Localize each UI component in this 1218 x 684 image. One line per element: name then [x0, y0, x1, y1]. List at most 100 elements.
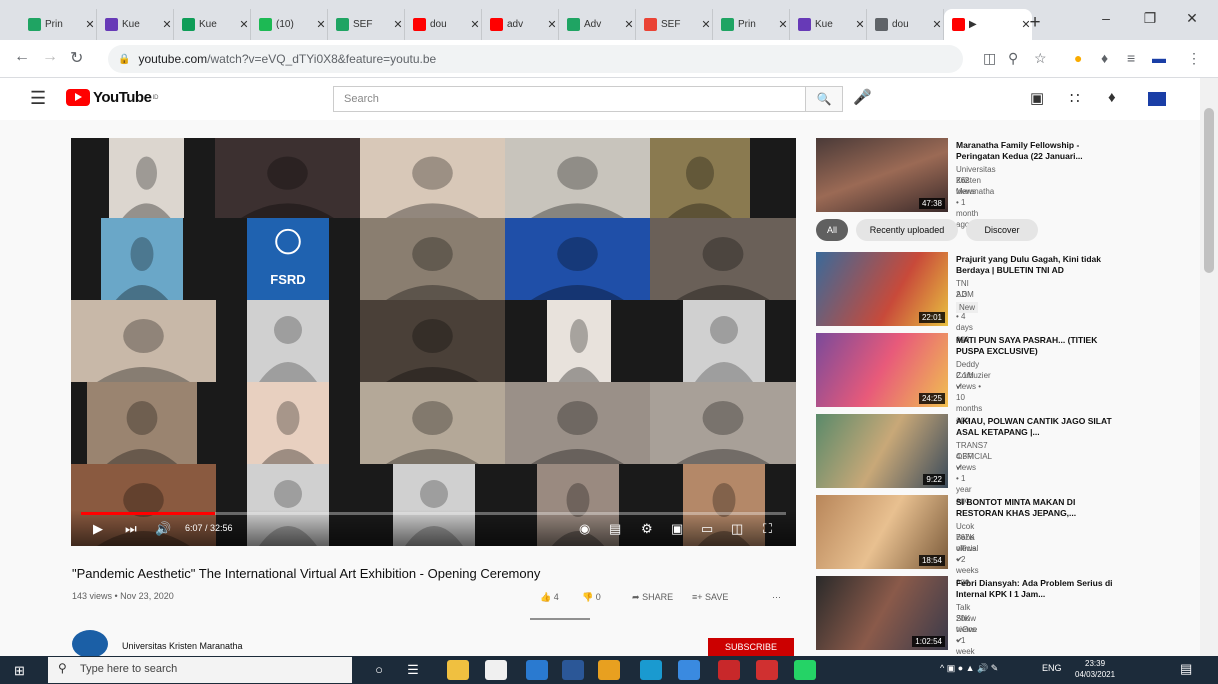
search-input[interactable]: Search — [333, 86, 806, 112]
video-thumbnail[interactable]: 24:25 — [816, 333, 948, 407]
system-tray-icons[interactable]: ^ ▣ ● ▲ 🔊 ✎ — [940, 663, 998, 674]
channel-avatar[interactable] — [72, 630, 108, 658]
whatsapp-icon[interactable] — [794, 660, 816, 680]
video-thumbnail[interactable]: 1:02:54 — [816, 576, 948, 650]
store-icon[interactable] — [485, 660, 507, 680]
address-bar[interactable]: 🔒 youtube.com/watch?v=eVQ_dTYi0X8&featur… — [108, 45, 963, 73]
volume-icon[interactable]: 🔊 — [155, 521, 171, 537]
browser-tab[interactable]: Kue ✕ — [790, 9, 867, 40]
channel-name[interactable]: Universitas Kristen Maranatha — [122, 641, 243, 651]
video-thumbnail[interactable]: 47:38 — [816, 138, 948, 212]
tab-close-icon[interactable]: ✕ — [238, 18, 250, 31]
autoplay-toggle-icon[interactable]: ◉ — [579, 521, 590, 537]
youtube-logo[interactable]: YouTube ID — [66, 89, 158, 106]
mail-icon[interactable] — [526, 660, 548, 680]
forward-icon[interactable]: → — [42, 48, 58, 66]
chip-discover[interactable]: Discover — [966, 219, 1038, 241]
browser-tab[interactable]: SEF ✕ — [636, 9, 713, 40]
browser-tab[interactable]: (10) ✕ — [251, 9, 328, 40]
tab-close-icon[interactable]: ✕ — [777, 18, 789, 31]
bookmark-star-icon[interactable]: ☆ — [1034, 50, 1047, 67]
reload-icon[interactable]: ↻ — [70, 48, 83, 68]
create-video-icon[interactable]: ▣ — [1030, 89, 1044, 107]
tab-close-icon[interactable]: ✕ — [623, 18, 635, 31]
cast-icon[interactable]: ◫ — [983, 50, 996, 67]
taskbar-search-input[interactable]: Type here to search — [48, 657, 352, 683]
video-thumbnail[interactable]: 18:54 — [816, 495, 948, 569]
save-button[interactable]: ≡+ SAVE — [692, 592, 728, 602]
browser-tab[interactable]: dou ✕ — [867, 9, 944, 40]
edge-icon[interactable] — [640, 660, 662, 680]
media-icon[interactable] — [756, 660, 778, 680]
recommendation-title[interactable]: SI BONTOT MINTA MAKAN DI RESTORAN KHAS J… — [956, 497, 1121, 519]
zoom-icon[interactable]: ⚲ — [1008, 50, 1018, 67]
like-button[interactable]: 👍 4 — [540, 592, 559, 603]
tab-close-icon[interactable]: ✕ — [84, 18, 96, 31]
browser-tab[interactable]: Prin ✕ — [713, 9, 790, 40]
theater-mode-icon[interactable]: ▭ — [701, 521, 713, 537]
tab-close-icon[interactable]: ✕ — [931, 18, 943, 31]
cortana-icon[interactable]: ○ — [368, 660, 390, 680]
browser-tab[interactable]: Kue ✕ — [97, 9, 174, 40]
app-blue-icon[interactable] — [678, 660, 700, 680]
chip-recently-uploaded[interactable]: Recently uploaded — [856, 219, 958, 241]
share-button[interactable]: ➦ SHARE — [632, 592, 673, 603]
extensions-puzzle-icon[interactable]: ♦ — [1101, 50, 1108, 66]
acrobat-icon[interactable] — [718, 660, 740, 680]
chip-all[interactable]: All — [816, 219, 848, 241]
maximize-button[interactable]: ❐ — [1130, 10, 1170, 27]
file-explorer-icon[interactable] — [447, 660, 469, 680]
tab-close-icon[interactable]: ✕ — [161, 18, 173, 31]
browser-tab[interactable]: Prin ✕ — [20, 9, 97, 40]
browser-tab[interactable]: SEF ✕ — [328, 9, 405, 40]
voice-search-icon[interactable]: 🎤 — [853, 88, 872, 106]
language-indicator[interactable]: ENG — [1042, 663, 1062, 673]
tab-close-icon[interactable]: ✕ — [546, 18, 558, 31]
photos-icon[interactable] — [598, 660, 620, 680]
miniplayer-icon[interactable]: ▣ — [671, 521, 683, 537]
cast-video-icon[interactable]: ◫ — [731, 521, 743, 537]
subscribe-button[interactable]: SUBSCRIBE — [708, 638, 794, 656]
video-player[interactable]: FSRD ▶ ⏭ 🔊 6:07 / 32:56 ◉ ▤ ⚙ ▣ ▭ ◫ ⛶ — [71, 138, 796, 546]
recommendation-title[interactable]: Prajurit yang Dulu Gagah, Kini tidak Ber… — [956, 254, 1121, 276]
notification-center-icon[interactable]: ▤ — [1180, 661, 1192, 677]
tab-close-icon[interactable]: ✕ — [700, 18, 712, 31]
browser-tab[interactable]: adv ✕ — [482, 9, 559, 40]
recommendation-title[interactable]: Febri Diansyah: Ada Problem Serius di In… — [956, 578, 1121, 600]
video-thumbnail[interactable]: 22:01 — [816, 252, 948, 326]
notifications-bell-icon[interactable]: ♦ — [1108, 89, 1116, 106]
recommendation-title[interactable]: Maranatha Family Fellowship - Peringatan… — [956, 140, 1121, 162]
play-icon[interactable]: ▶ — [93, 521, 103, 537]
captions-icon[interactable]: ▤ — [609, 521, 621, 537]
dislike-button[interactable]: 👎 0 — [582, 592, 601, 603]
word-icon[interactable] — [562, 660, 584, 680]
scrollbar-thumb[interactable] — [1204, 108, 1214, 273]
clock[interactable]: 23:39 04/03/2021 — [1075, 658, 1115, 680]
hamburger-menu-icon[interactable]: ☰ — [30, 88, 46, 109]
tab-close-icon[interactable]: ✕ — [392, 18, 404, 31]
task-view-icon[interactable]: ☰ — [402, 660, 424, 680]
windows-start-icon[interactable]: ⊞ — [14, 663, 25, 679]
next-icon[interactable]: ⏭ — [125, 521, 137, 537]
browser-tab[interactable]: Kue ✕ — [174, 9, 251, 40]
fullscreen-icon[interactable]: ⛶ — [763, 521, 772, 537]
minimize-button[interactable]: – — [1086, 10, 1126, 26]
page-scrollbar[interactable] — [1200, 78, 1218, 656]
tab-close-icon[interactable]: ✕ — [315, 18, 327, 31]
new-tab-button[interactable]: + — [1023, 12, 1047, 34]
back-icon[interactable]: ← — [14, 48, 30, 66]
more-actions-icon[interactable]: ⋯ — [772, 592, 781, 603]
settings-gear-icon[interactable]: ⚙ — [641, 521, 653, 537]
reading-list-icon[interactable]: ≡ — [1127, 50, 1135, 66]
profile-icon[interactable]: ▬ — [1152, 50, 1166, 66]
browser-tab[interactable]: dou ✕ — [405, 9, 482, 40]
tab-close-icon[interactable]: ✕ — [854, 18, 866, 31]
account-avatar[interactable] — [1148, 92, 1166, 106]
recommendation-title[interactable]: AKIAU, POLWAN CANTIK JAGO SILAT ASAL KET… — [956, 416, 1121, 438]
apps-grid-icon[interactable]: ∷ — [1070, 89, 1080, 107]
recommendation-title[interactable]: MATI PUN SAYA PASRAH... (TITIEK PUSPA EX… — [956, 335, 1121, 357]
tab-close-icon[interactable]: ✕ — [469, 18, 481, 31]
extension-bulb-icon[interactable]: ● — [1074, 50, 1082, 66]
close-window-button[interactable]: ✕ — [1172, 10, 1212, 27]
browser-tab[interactable]: Adv ✕ — [559, 9, 636, 40]
